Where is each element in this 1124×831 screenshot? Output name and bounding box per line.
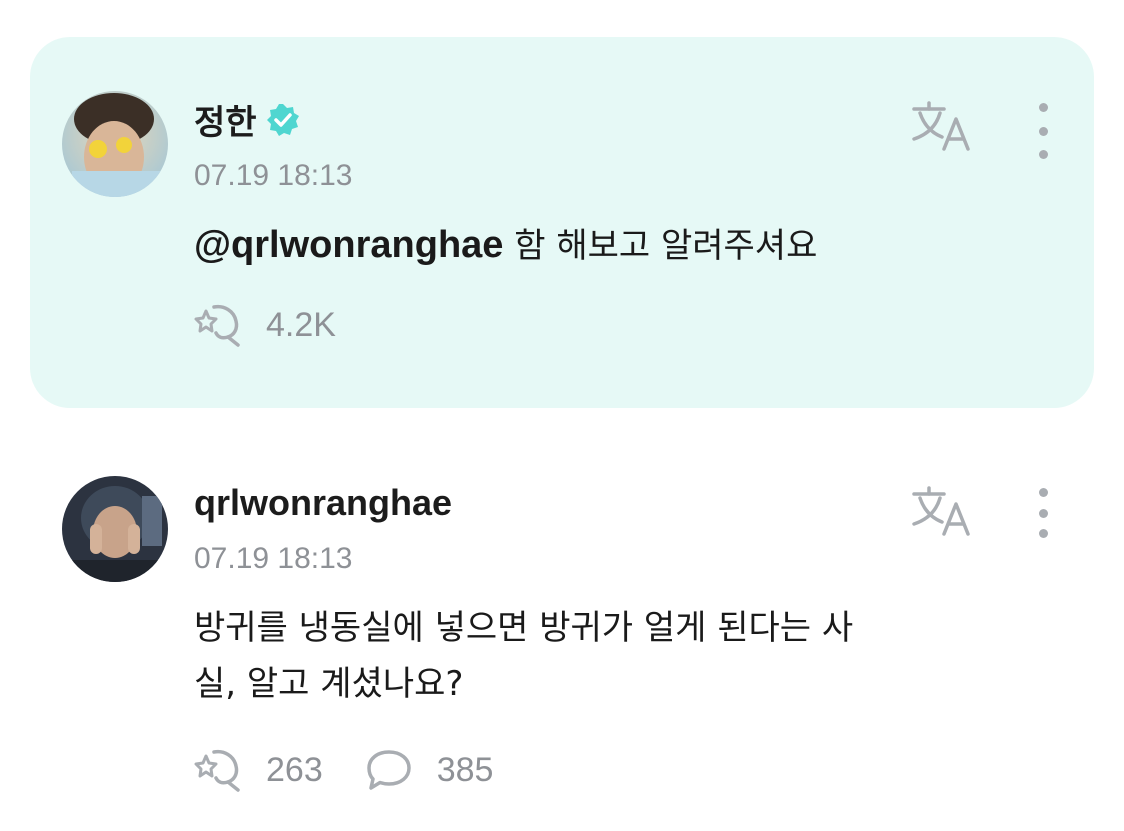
repost-button[interactable]: 4.2K <box>192 301 336 349</box>
avatar[interactable] <box>62 476 168 582</box>
more-vertical-icon[interactable] <box>1028 103 1058 159</box>
more-dot <box>1038 508 1048 518</box>
more-dot <box>1038 488 1048 497</box>
repost-icon <box>194 304 240 347</box>
post-timestamp: 07.19 18:13 <box>194 159 353 192</box>
avatar[interactable] <box>62 91 168 197</box>
post-card-highlighted[interactable]: 정한 07.19 18:13 @qrlwonranghae 함 해보고 알려주셔… <box>30 37 1094 408</box>
post-text: 방귀를 냉동실에 넣으면 방귀가 얼게 된다는 사 실, 알고 계셨나요? <box>194 600 1024 712</box>
more-dot <box>1038 103 1048 112</box>
repost-icon <box>194 749 240 792</box>
comment-button[interactable]: 385 <box>363 746 494 794</box>
comment-count: 385 <box>436 750 494 789</box>
post-text: @qrlwonranghae 함 해보고 알려주셔요 <box>194 217 1024 274</box>
verified-badge-icon <box>266 103 299 136</box>
author-name[interactable]: 정한 <box>194 95 301 144</box>
translate-icon[interactable] <box>910 484 974 538</box>
mention-link[interactable]: @qrlwonranghae <box>194 224 503 266</box>
more-dot <box>1038 126 1048 136</box>
post-text-line: 방귀를 냉동실에 넣으면 방귀가 얼게 된다는 사 <box>194 608 854 648</box>
post-stats: 4.2K <box>192 301 376 349</box>
post-text-body: 함 해보고 알려주셔요 <box>503 226 818 266</box>
post-stats: 263 385 <box>192 746 533 794</box>
translate-icon[interactable] <box>910 99 974 153</box>
comment-icon <box>366 750 411 790</box>
author-name[interactable]: qrlwonranghae <box>194 482 452 524</box>
post-text-line: 실, 알고 계셨나요? <box>194 664 464 704</box>
repost-count: 263 <box>266 750 323 789</box>
post-timestamp: 07.19 18:13 <box>194 542 353 575</box>
post-card[interactable]: qrlwonranghae 07.19 18:13 방귀를 냉동실에 넣으면 방… <box>30 460 1094 820</box>
repost-button[interactable]: 263 <box>192 746 323 794</box>
more-dot <box>1038 150 1048 159</box>
repost-count: 4.2K <box>266 305 336 344</box>
more-vertical-icon[interactable] <box>1028 488 1058 538</box>
more-dot <box>1038 529 1048 538</box>
